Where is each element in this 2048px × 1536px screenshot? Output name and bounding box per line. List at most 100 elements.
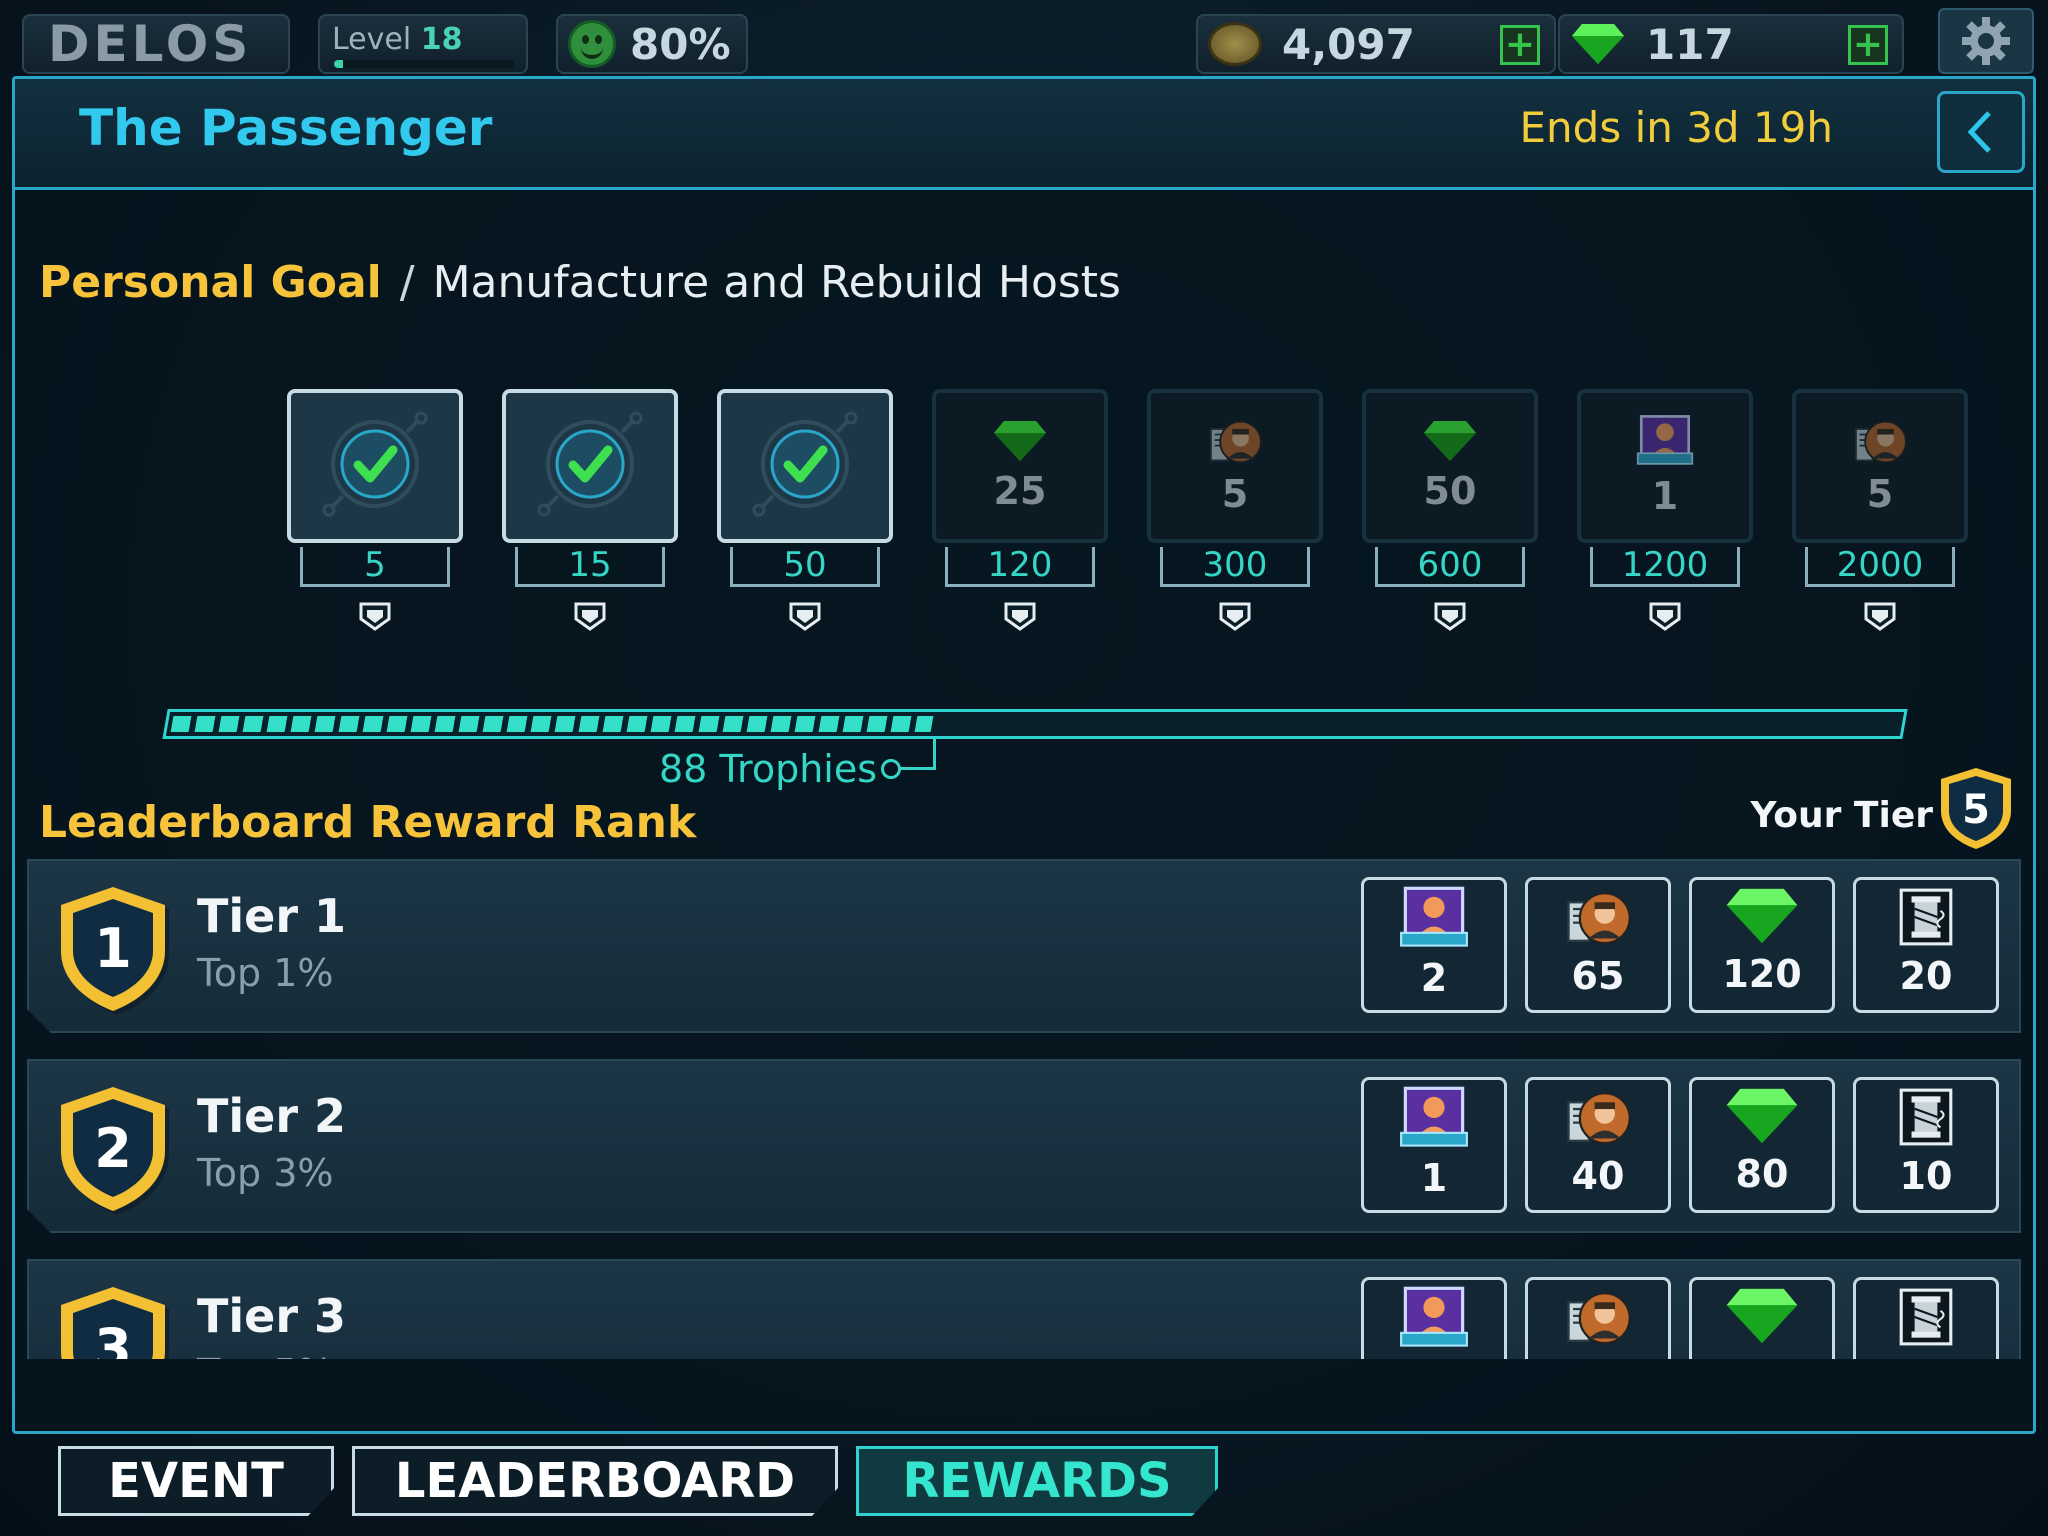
your-tier-badge: 5	[1937, 765, 2015, 855]
level-progress-bar	[334, 60, 514, 68]
milestone-marker-icon	[358, 601, 392, 631]
player-level[interactable]: Level 18	[318, 14, 528, 74]
level-progress-fill	[334, 60, 343, 68]
reward-item[interactable]: 65	[1525, 877, 1671, 1013]
add-gems-button[interactable]: +	[1848, 25, 1888, 65]
milestone-reward-count: 50	[1423, 469, 1477, 513]
gear-icon	[1962, 17, 2010, 65]
personal-goal-label: Personal Goal	[39, 257, 382, 308]
milestone-threshold: 300	[1160, 547, 1310, 587]
reward-item[interactable]	[1689, 1277, 1835, 1359]
progress-pointer-dot	[881, 759, 901, 779]
event-panel: The Passenger Ends in 3d 19h Personal Go…	[12, 76, 2036, 1434]
settings-button[interactable]	[1938, 8, 2034, 74]
milestone-5[interactable]: 5	[287, 389, 463, 631]
reward-item[interactable]: 40	[1525, 1077, 1671, 1213]
add-coins-button[interactable]: +	[1500, 25, 1540, 65]
milestone-box	[717, 389, 893, 543]
spool-icon	[1892, 1086, 1960, 1152]
event-title: The Passenger	[79, 99, 493, 157]
svg-text:2: 2	[94, 1117, 132, 1180]
host-card-icon	[1636, 414, 1694, 472]
milestone-50[interactable]: 50	[717, 389, 893, 631]
milestone-reward-count: 25	[993, 469, 1047, 513]
milestone-marker-icon	[573, 601, 607, 631]
level-label: Level	[332, 22, 412, 57]
reward-amount: 65	[1571, 954, 1625, 998]
gem-icon	[1724, 1086, 1800, 1150]
reward-item[interactable]: 2	[1361, 877, 1507, 1013]
reward-amount: 2	[1420, 956, 1448, 1000]
tier-rewards	[1361, 1277, 1999, 1359]
reward-amount: 1	[1420, 1156, 1448, 1200]
milestone-box	[502, 389, 678, 543]
milestone-box: 50	[1362, 389, 1538, 543]
gems-value: 117	[1646, 19, 1734, 69]
level-value: 18	[420, 22, 463, 57]
milestone-marker-icon	[1433, 601, 1467, 631]
milestone-600[interactable]: 50 600	[1362, 389, 1538, 631]
reward-amount: 80	[1735, 1152, 1789, 1196]
milestone-threshold: 2000	[1805, 547, 1955, 587]
title-bar: The Passenger Ends in 3d 19h	[15, 79, 2033, 190]
milestone-box: 1	[1577, 389, 1753, 543]
your-tier-label: Your Tier	[1750, 795, 1933, 836]
milestone-300[interactable]: 5 300	[1147, 389, 1323, 631]
milestone-threshold: 1200	[1590, 547, 1740, 587]
reward-item[interactable]: 1	[1361, 1077, 1507, 1213]
milestone-marker-icon	[1648, 601, 1682, 631]
tab-event[interactable]: EVENT	[58, 1446, 334, 1516]
milestone-120[interactable]: 25 120	[932, 389, 1108, 631]
reward-item[interactable]: 10	[1853, 1077, 1999, 1213]
heading-separator: /	[399, 257, 415, 308]
tier-percentile: Top 5%	[197, 1351, 334, 1359]
milestone-1200[interactable]: 1 1200	[1577, 389, 1753, 631]
tier-row-3[interactable]: 3 Tier 3 Top 5%	[27, 1259, 2021, 1359]
top-hud: DELOS Level 18 80% 4,097 + 117 +	[0, 0, 2048, 76]
svg-text:3: 3	[94, 1317, 132, 1359]
trophy-count: 88 Trophies	[659, 747, 878, 791]
gems-counter: 117 +	[1558, 14, 1904, 74]
guest-card-icon	[1564, 1286, 1632, 1352]
milestone-marker-icon	[1003, 601, 1037, 631]
goal-progress-fill	[170, 716, 934, 732]
tab-rewards[interactable]: REWARDS	[856, 1446, 1218, 1516]
coins-value: 4,097	[1282, 19, 1415, 69]
gem-icon	[1724, 886, 1800, 950]
coins-counter: 4,097 +	[1196, 14, 1556, 74]
tier-list[interactable]: 1 Tier 1 Top 1% 2 65 120 20 2 Tier 2 Top 3% 1 40 80 1…	[27, 859, 2021, 1359]
personal-goal-heading: Personal Goal / Manufacture and Rebuild Ho…	[39, 257, 1121, 308]
milestone-box: 25	[932, 389, 1108, 543]
tier-row-2[interactable]: 2 Tier 2 Top 3% 1 40 80 10	[27, 1059, 2021, 1233]
milestone-marker-icon	[1863, 601, 1897, 631]
event-timer: Ends in 3d 19h	[1519, 103, 1833, 152]
reward-item[interactable]	[1853, 1277, 1999, 1359]
reward-amount: 40	[1571, 1154, 1625, 1198]
reward-amount: 10	[1899, 1154, 1953, 1198]
goal-progress-track	[162, 709, 1908, 739]
reward-item[interactable]	[1525, 1277, 1671, 1359]
reward-item[interactable]: 20	[1853, 877, 1999, 1013]
tier-rewards: 1 40 80 10	[1361, 1077, 1999, 1213]
reward-item[interactable]	[1361, 1277, 1507, 1359]
check-icon	[530, 404, 650, 528]
gem-icon	[1572, 24, 1624, 64]
leaderboard-heading: Leaderboard Reward Rank	[39, 797, 697, 848]
guest-satisfaction[interactable]: 80%	[556, 14, 748, 74]
milestone-2000[interactable]: 5 2000	[1792, 389, 1968, 631]
milestone-reward-count: 1	[1651, 474, 1679, 518]
milestone-threshold: 120	[945, 547, 1095, 587]
reward-item[interactable]: 120	[1689, 877, 1835, 1013]
milestone-threshold: 600	[1375, 547, 1525, 587]
check-icon	[315, 404, 435, 528]
tier-row-1[interactable]: 1 Tier 1 Top 1% 2 65 120 20	[27, 859, 2021, 1033]
milestone-15[interactable]: 15	[502, 389, 678, 631]
reward-item[interactable]: 80	[1689, 1077, 1835, 1213]
spool-icon	[1892, 1286, 1960, 1352]
tab-leaderboard[interactable]: LEADERBOARD	[352, 1446, 838, 1516]
tier-badge-icon: 2	[55, 1083, 171, 1219]
milestone-box: 5	[1147, 389, 1323, 543]
back-button[interactable]	[1937, 91, 2025, 173]
tier-name: Tier 1	[197, 889, 347, 943]
gem-icon	[992, 419, 1048, 467]
